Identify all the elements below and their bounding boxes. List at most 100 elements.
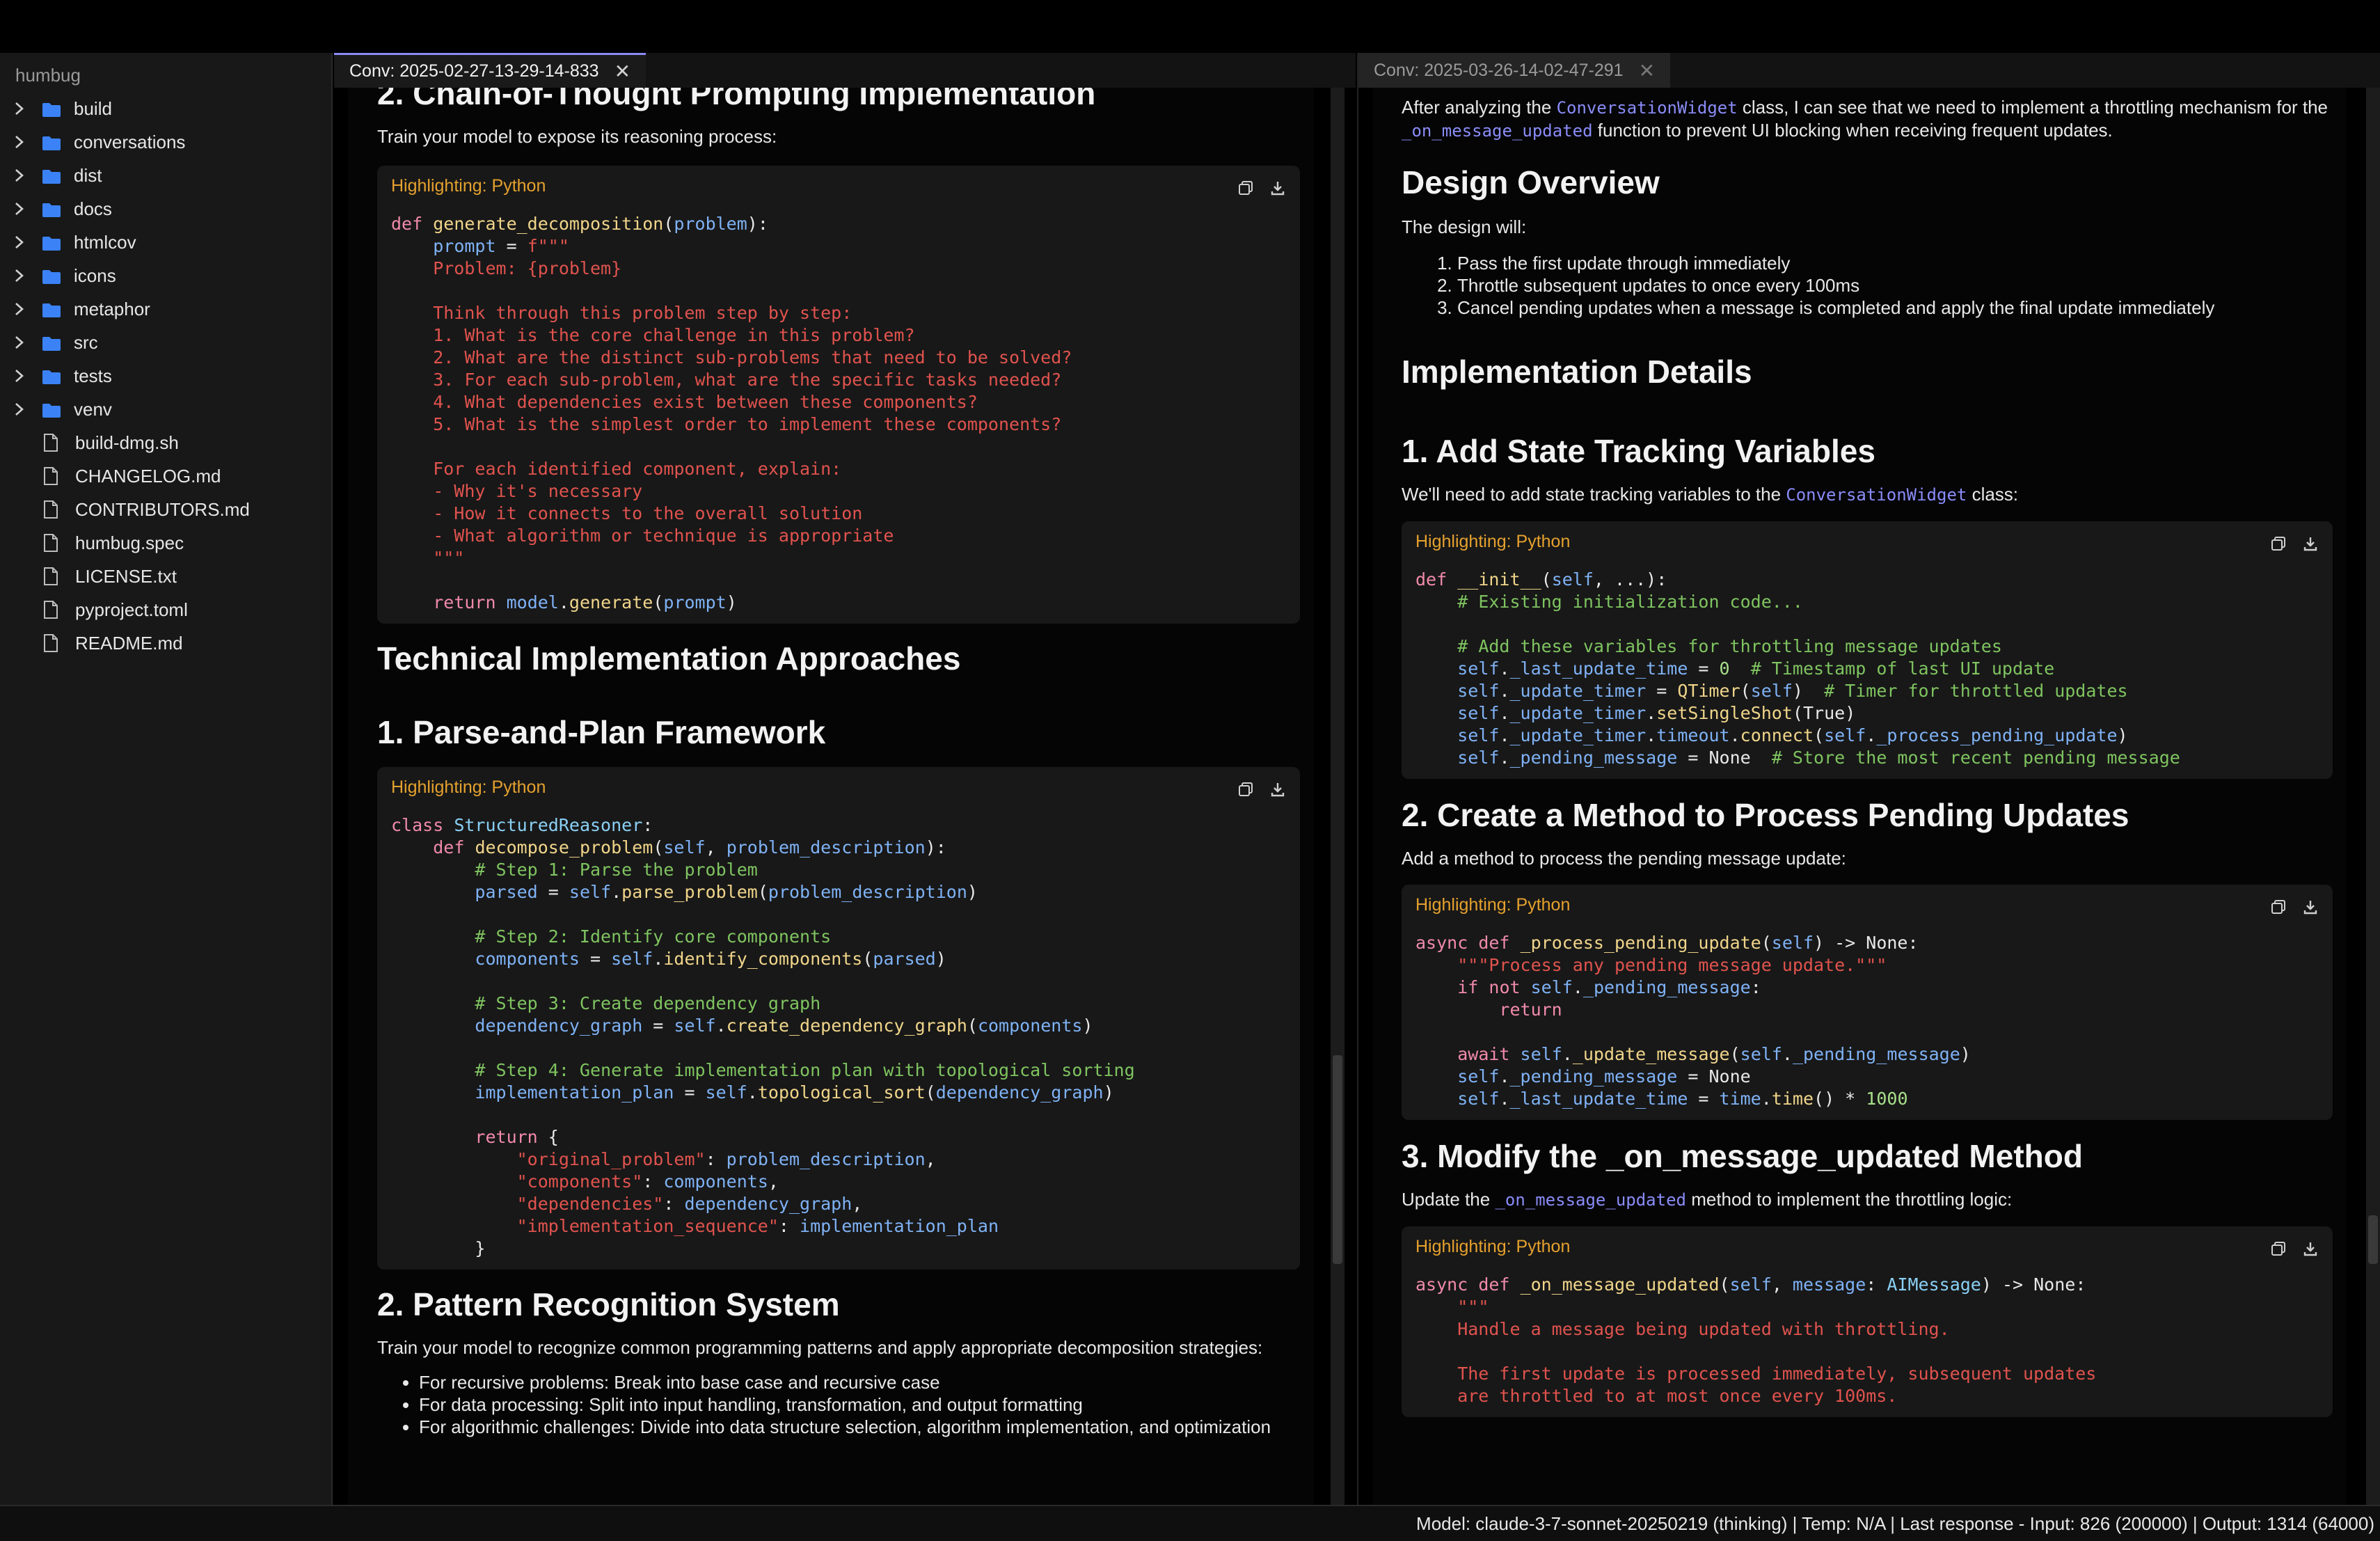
copy-icon[interactable] bbox=[1237, 781, 1254, 798]
file-icon bbox=[43, 567, 58, 586]
code-block: Highlighting: Python def __init__(self, … bbox=[1402, 521, 2333, 779]
left-tab-bar: Conv: 2025-02-27-13-29-14-833 ✕ bbox=[334, 53, 1356, 88]
tree-folder-item[interactable]: src bbox=[0, 326, 331, 359]
tree-folder-item[interactable]: venv bbox=[0, 393, 331, 426]
code-block: Highlighting: Python async def _process_… bbox=[1402, 885, 2333, 1120]
folder-icon bbox=[42, 201, 61, 217]
tab-conversation-left[interactable]: Conv: 2025-02-27-13-29-14-833 ✕ bbox=[334, 53, 646, 88]
tree-item-label: dist bbox=[74, 164, 102, 186]
chevron-right-icon[interactable] bbox=[11, 402, 28, 417]
tree-item-label: build bbox=[74, 97, 112, 119]
copy-icon[interactable] bbox=[2270, 535, 2287, 552]
chevron-right-icon[interactable] bbox=[11, 335, 28, 350]
section-heading: 2. Pattern Recognition System bbox=[377, 1286, 840, 1322]
tree-folder-item[interactable]: tests bbox=[0, 359, 331, 393]
copy-icon[interactable] bbox=[2270, 899, 2287, 915]
status-bar: Model: claude-3-7-sonnet-20250219 (think… bbox=[0, 1505, 2380, 1541]
state-text: We'll need to add state tracking variabl… bbox=[1402, 484, 2019, 505]
code-content: def __init__(self, ...): # Existing init… bbox=[1415, 569, 2180, 768]
tree-folder-item[interactable]: metaphor bbox=[0, 292, 331, 326]
folder-icon bbox=[42, 301, 61, 317]
folder-icon bbox=[42, 268, 61, 284]
sidebar-title: humbug bbox=[15, 65, 81, 86]
close-icon[interactable]: ✕ bbox=[1639, 59, 1655, 82]
save-icon[interactable] bbox=[1269, 180, 1286, 196]
code-block: Highlighting: Python async def _on_messa… bbox=[1402, 1226, 2333, 1417]
tree-folder-item[interactable]: icons bbox=[0, 259, 331, 292]
copy-icon[interactable] bbox=[1237, 180, 1254, 196]
tree-file-item[interactable]: build-dmg.sh bbox=[0, 426, 331, 459]
right-conversation-content[interactable]: After analyzing the ConversationWidget c… bbox=[1372, 88, 2347, 1505]
file-icon bbox=[43, 466, 58, 486]
tree-item-label: README.md bbox=[75, 632, 183, 654]
section-heading: 1. Add State Tracking Variables bbox=[1402, 433, 1875, 469]
left-conversation-content[interactable]: 2. Chain-of-Thought Prompting Implementa… bbox=[348, 88, 1314, 1505]
chevron-right-icon[interactable] bbox=[11, 134, 28, 150]
chevron-right-icon[interactable] bbox=[11, 201, 28, 216]
design-steps-list: Pass the first update through immediatel… bbox=[1402, 252, 2347, 319]
code-content: async def _process_pending_update(self) … bbox=[1415, 933, 1971, 1109]
tree-file-item[interactable]: pyproject.toml bbox=[0, 593, 331, 626]
folder-icon bbox=[42, 235, 61, 251]
tree-file-item[interactable]: CONTRIBUTORS.md bbox=[0, 493, 331, 526]
chevron-right-icon[interactable] bbox=[11, 101, 28, 116]
file-icon bbox=[43, 533, 58, 553]
section-heading: Implementation Details bbox=[1402, 354, 1752, 390]
chevron-right-icon[interactable] bbox=[11, 368, 28, 384]
modify-text: Update the _on_message_updated method to… bbox=[1402, 1189, 2013, 1210]
chevron-right-icon[interactable] bbox=[11, 168, 28, 183]
inline-code: _on_message_updated bbox=[1495, 1190, 1686, 1210]
code-language-label: Highlighting: Python bbox=[391, 175, 546, 196]
folder-icon bbox=[42, 101, 61, 117]
scrollbar-thumb[interactable] bbox=[2368, 1215, 2378, 1264]
tree-folder-item[interactable]: dist bbox=[0, 159, 331, 192]
tree-file-item[interactable]: LICENSE.txt bbox=[0, 560, 331, 593]
tree-item-label: src bbox=[74, 331, 98, 353]
code-language-label: Highlighting: Python bbox=[1415, 531, 1571, 551]
code-language-label: Highlighting: Python bbox=[1415, 1236, 1571, 1256]
tree-item-label: metaphor bbox=[74, 298, 150, 319]
section-heading: Design Overview bbox=[1402, 164, 1660, 200]
tree-file-item[interactable]: README.md bbox=[0, 626, 331, 660]
chevron-right-icon[interactable] bbox=[11, 268, 28, 283]
list-item: For recursive problems: Break into base … bbox=[419, 1371, 1314, 1393]
tree-item-label: icons bbox=[74, 264, 116, 286]
tree-folder-item[interactable]: htmlcov bbox=[0, 226, 331, 259]
save-icon[interactable] bbox=[1269, 781, 1286, 798]
save-icon[interactable] bbox=[2302, 535, 2319, 552]
right-scrollbar[interactable] bbox=[2366, 88, 2380, 1505]
save-icon[interactable] bbox=[2302, 1240, 2319, 1257]
tree-item-label: LICENSE.txt bbox=[75, 565, 177, 587]
copy-icon[interactable] bbox=[2270, 1240, 2287, 1257]
tree-file-item[interactable]: humbug.spec bbox=[0, 526, 331, 560]
file-icon bbox=[43, 500, 58, 519]
file-icon bbox=[43, 633, 58, 653]
save-icon[interactable] bbox=[2302, 899, 2319, 915]
section-heading: 1. Parse-and-Plan Framework bbox=[377, 714, 826, 750]
tree-folder-item[interactable]: docs bbox=[0, 192, 331, 226]
intro-text: After analyzing the ConversationWidget c… bbox=[1402, 97, 2328, 141]
chevron-right-icon[interactable] bbox=[11, 301, 28, 317]
file-explorer-sidebar: humbug build conversations dist docs htmlcov… bbox=[0, 53, 333, 1505]
tab-label: Conv: 2025-02-27-13-29-14-833 bbox=[349, 61, 599, 81]
code-language-label: Highlighting: Python bbox=[1415, 894, 1571, 915]
scrollbar-thumb[interactable] bbox=[1333, 1055, 1342, 1264]
tree-item-label: build-dmg.sh bbox=[75, 432, 179, 453]
tab-label: Conv: 2025-03-26-14-02-47-291 bbox=[1374, 60, 1624, 80]
right-conversation-pane: Conv: 2025-03-26-14-02-47-291 ✕ After an… bbox=[1357, 53, 2380, 1505]
section-heading: 2. Create a Method to Process Pending Up… bbox=[1402, 797, 2129, 833]
folder-icon bbox=[42, 368, 61, 384]
list-item: For algorithmic challenges: Divide into … bbox=[419, 1416, 1314, 1438]
tree-folder-item[interactable]: build bbox=[0, 92, 331, 125]
tree-file-item[interactable]: CHANGELOG.md bbox=[0, 459, 331, 493]
code-block: Highlighting: Python def generate_decomp… bbox=[377, 166, 1300, 624]
chevron-right-icon[interactable] bbox=[11, 235, 28, 250]
list-item: Cancel pending updates when a message is… bbox=[1457, 297, 2347, 319]
tab-conversation-right[interactable]: Conv: 2025-03-26-14-02-47-291 ✕ bbox=[1358, 53, 1671, 88]
tree-folder-item[interactable]: conversations bbox=[0, 125, 331, 159]
close-icon[interactable]: ✕ bbox=[614, 60, 630, 83]
left-scrollbar[interactable] bbox=[1331, 88, 1344, 1505]
inline-code: ConversationWidget bbox=[1556, 98, 1738, 118]
file-tree: build conversations dist docs htmlcov icons me… bbox=[0, 92, 331, 660]
tree-item-label: pyproject.toml bbox=[75, 599, 188, 620]
